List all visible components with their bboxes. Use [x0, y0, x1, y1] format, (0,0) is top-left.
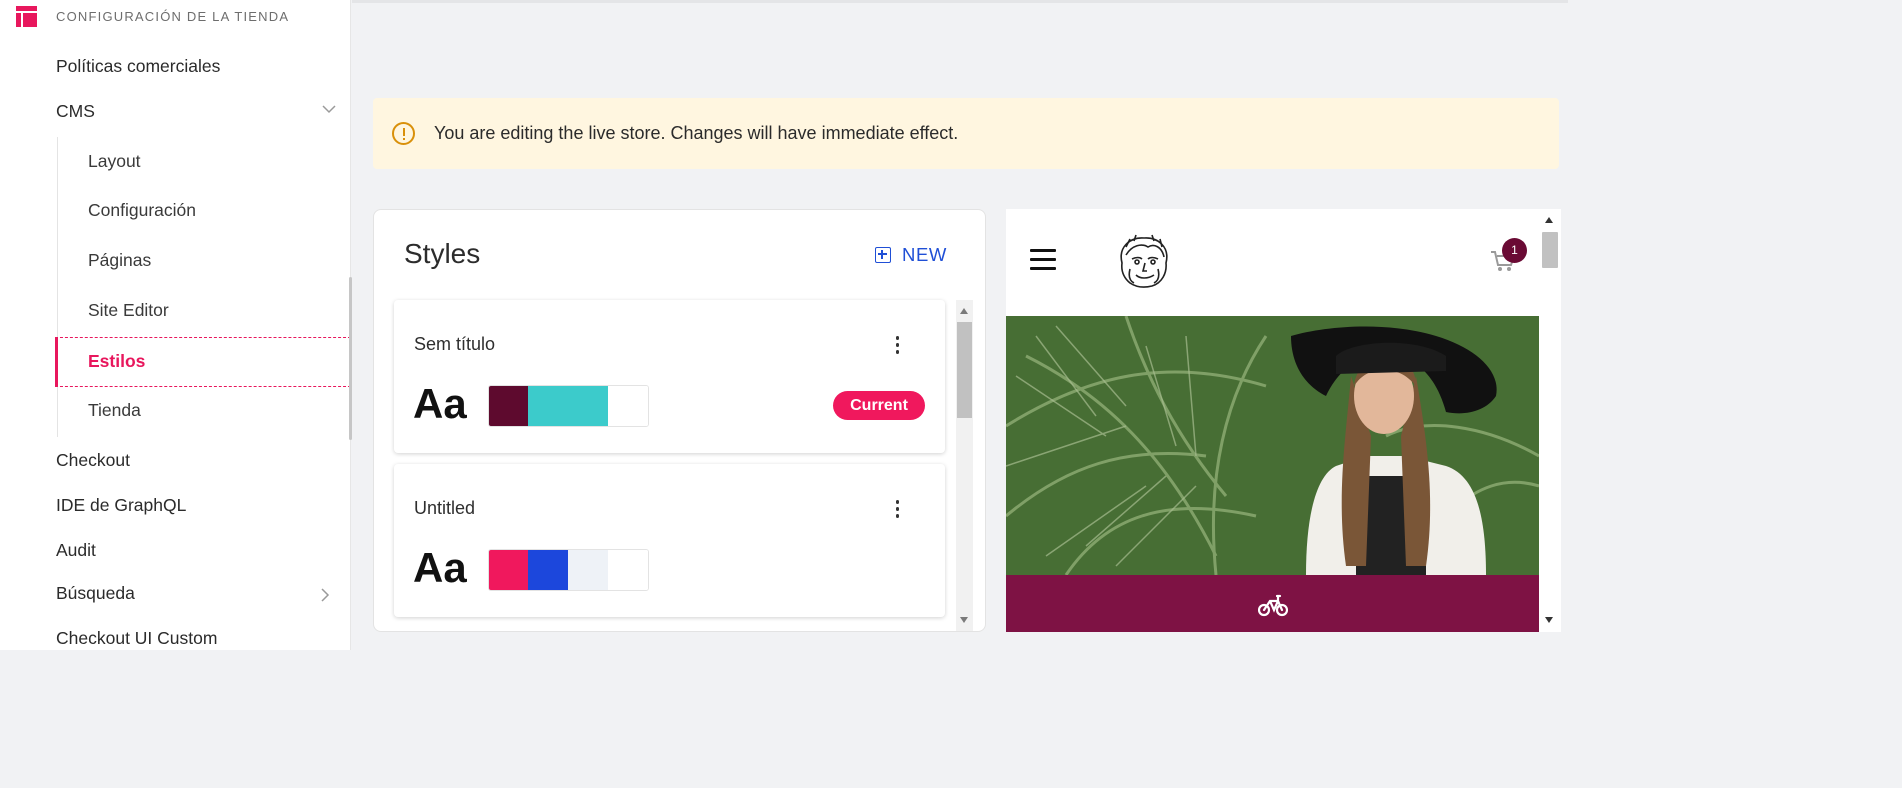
- cart-count-badge: 1: [1502, 238, 1527, 263]
- scroll-up-arrow-icon[interactable]: [1545, 217, 1553, 223]
- typography-sample: Aa: [413, 544, 467, 591]
- style-card[interactable]: Untitled Aa: [394, 464, 945, 617]
- panel-title: Styles: [404, 238, 481, 269]
- sidebar-subitem-configuracion[interactable]: Configuración: [88, 200, 196, 221]
- style-name: Untitled: [414, 498, 476, 518]
- active-indicator: [55, 337, 58, 387]
- typography-sample: Aa: [413, 380, 467, 427]
- style-card[interactable]: Sem título Aa Current: [394, 300, 945, 453]
- sidebar-subitem-paginas[interactable]: Páginas: [88, 250, 151, 271]
- sidebar-header: CONFIGURACIÓN DE LA TIENDA: [16, 6, 289, 27]
- more-options-icon[interactable]: [894, 336, 900, 354]
- current-badge: Current: [833, 391, 925, 420]
- live-store-alert: You are editing the live store. Changes …: [373, 98, 1559, 169]
- sidebar-subitem-estilos[interactable]: Estilos: [55, 337, 351, 387]
- store-preview: 1: [1006, 209, 1539, 632]
- bicycle-icon: [1258, 594, 1288, 617]
- sidebar-item-checkout[interactable]: Checkout: [56, 450, 130, 471]
- color-swatch: [568, 550, 608, 590]
- layout-icon: [16, 6, 37, 27]
- sidebar-item-politicas[interactable]: Políticas comerciales: [56, 56, 220, 77]
- more-options-icon[interactable]: [894, 500, 900, 518]
- scroll-thumb[interactable]: [957, 322, 972, 418]
- sidebar-scrollbar[interactable]: [349, 277, 352, 440]
- scroll-down-arrow-icon[interactable]: [1545, 617, 1553, 623]
- sidebar-subitem-site-editor[interactable]: Site Editor: [88, 300, 169, 321]
- promo-bar[interactable]: [1006, 575, 1539, 632]
- sidebar-item-checkout-ui[interactable]: Checkout UI Custom: [56, 628, 217, 649]
- sidebar-section-title: CONFIGURACIÓN DE LA TIENDA: [56, 9, 290, 24]
- styles-panel: Styles NEW Sem título Aa Current Untitle…: [373, 209, 986, 632]
- color-palette: [488, 549, 649, 591]
- preview-scrollbar[interactable]: [1539, 209, 1561, 632]
- styles-list-scrollbar[interactable]: [956, 300, 973, 631]
- scroll-down-arrow-icon[interactable]: [960, 617, 968, 623]
- color-swatch: [489, 386, 528, 426]
- top-strip: [352, 0, 1568, 3]
- submenu-rail: [57, 137, 58, 437]
- chevron-down-icon[interactable]: [322, 104, 336, 114]
- warning-circle-icon: [392, 122, 415, 145]
- color-swatch: [608, 386, 648, 426]
- menu-icon[interactable]: [1030, 249, 1056, 271]
- new-style-label: NEW: [902, 244, 947, 265]
- chevron-right-icon[interactable]: [320, 588, 330, 602]
- sidebar-item-graphql[interactable]: IDE de GraphQL: [56, 495, 186, 516]
- scroll-thumb[interactable]: [1542, 232, 1558, 268]
- sidebar-item-audit[interactable]: Audit: [56, 540, 96, 561]
- hero-image: [1006, 316, 1539, 575]
- new-style-button[interactable]: NEW: [875, 244, 947, 266]
- style-name: Sem título: [414, 334, 496, 354]
- sidebar-item-busqueda[interactable]: Búsqueda: [56, 583, 135, 604]
- color-swatch: [608, 550, 648, 590]
- scroll-up-arrow-icon[interactable]: [960, 308, 968, 314]
- sidebar-item-cms[interactable]: CMS: [56, 101, 95, 122]
- plus-box-icon: [875, 247, 891, 263]
- brand-logo[interactable]: [1112, 233, 1176, 289]
- sidebar-subitem-tienda[interactable]: Tienda: [88, 400, 141, 421]
- sidebar: CONFIGURACIÓN DE LA TIENDA Políticas com…: [0, 0, 352, 650]
- alert-message: You are editing the live store. Changes …: [434, 123, 959, 143]
- sidebar-subitem-layout[interactable]: Layout: [88, 151, 141, 172]
- color-swatch: [528, 550, 568, 590]
- color-swatch: [489, 550, 528, 590]
- color-swatch: [528, 386, 608, 426]
- color-palette: [488, 385, 649, 427]
- sidebar-subitem-label: Estilos: [88, 351, 146, 371]
